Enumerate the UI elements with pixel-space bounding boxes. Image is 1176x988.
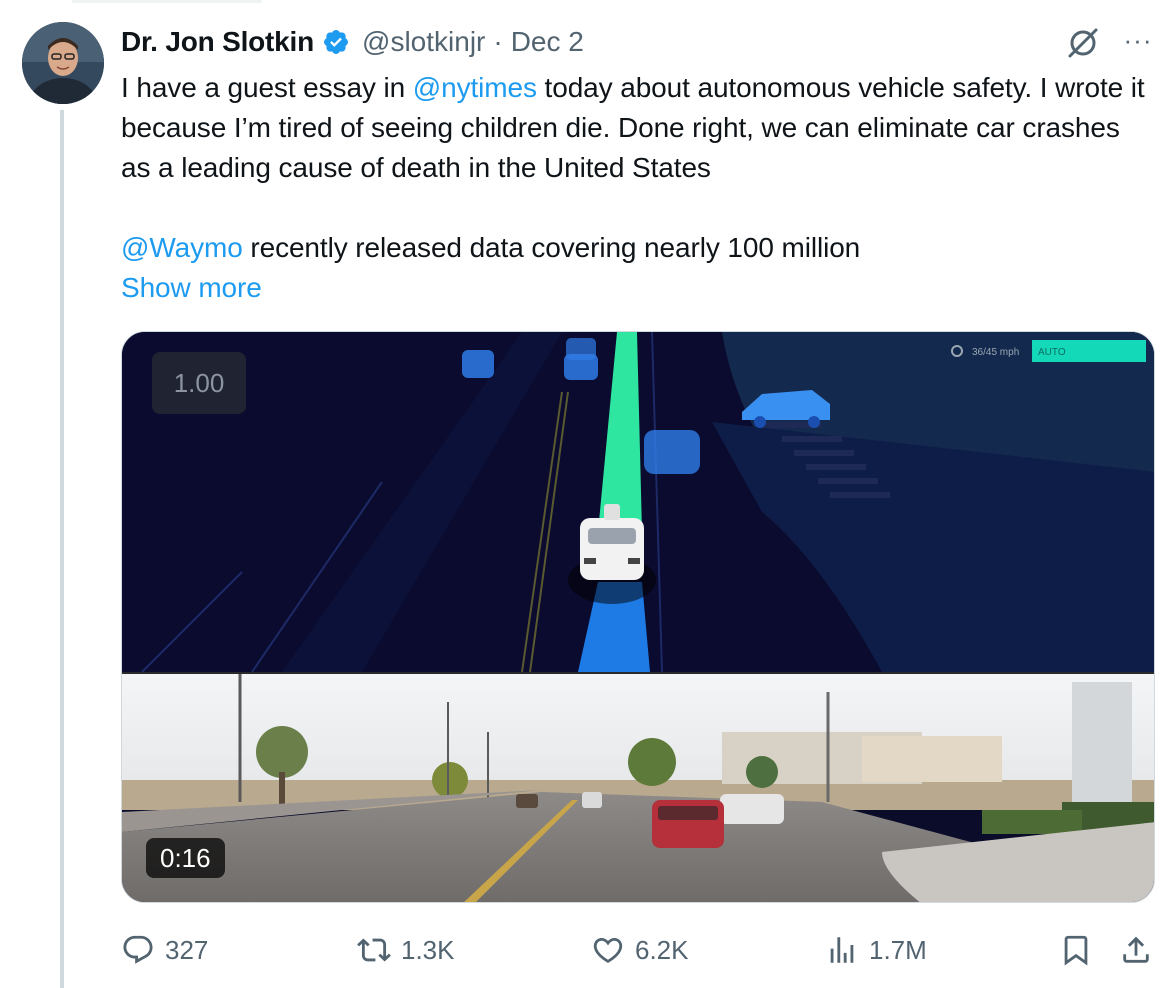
more-options-button[interactable]: ··· [1120,27,1156,58]
views-count: 1.7M [869,934,927,965]
bookmark-button[interactable] [1057,928,1095,972]
video-player[interactable]: 36/45 mph AUTO 1.00 0:16 [121,331,1155,903]
action-bar: 327 1.3K 6.2K 1.7M [121,922,1161,978]
mention-nytimes[interactable]: @nytimes [413,72,537,103]
text-segment: I have a guest essay in [121,72,413,103]
bookmark-icon [1064,935,1088,966]
reply-count: 327 [165,934,209,965]
video-frame: 36/45 mph AUTO [122,332,1154,902]
reply-button[interactable]: 327 [121,928,208,972]
text-segment: recently released data covering nearly 1… [242,232,861,263]
views-chart-icon [830,937,854,963]
reply-icon [123,935,153,964]
avatar[interactable] [22,22,104,104]
verified-badge-icon [324,30,348,54]
author-name[interactable]: Dr. Jon Slotkin [121,26,314,58]
repost-button[interactable]: 1.3K [357,928,455,972]
playback-speed-badge[interactable]: 1.00 [152,352,246,414]
share-button[interactable] [1117,928,1155,972]
thread-connector-line [60,110,64,988]
repost-icon [357,938,391,962]
like-button[interactable]: 6.2K [591,928,689,972]
separator-dot: · [493,26,503,57]
tweet-paragraph-2: @Waymo recently released data covering n… [121,228,1151,268]
views-button[interactable]: 1.7M [825,928,927,972]
mention-waymo[interactable]: @Waymo [121,232,243,263]
author-handle[interactable]: @slotkinjr [362,26,485,58]
show-more-link[interactable]: Show more [121,272,262,303]
like-count: 6.2K [635,934,689,965]
tweet-header: Dr. Jon Slotkin @slotkinjr · Dec 2 [121,22,584,62]
tweet-body: I have a guest essay in @nytimes today a… [121,68,1151,308]
post-date[interactable]: Dec 2 [511,26,584,58]
video-duration: 0:16 [146,838,225,878]
top-divider [0,0,1176,4]
grok-icon[interactable] [1066,26,1100,60]
heart-icon [593,937,623,963]
repost-count: 1.3K [401,934,455,965]
tweet-paragraph-1: I have a guest essay in @nytimes today a… [121,68,1151,188]
share-icon [1123,936,1149,963]
svg-text:36/45 mph: 36/45 mph [972,347,1019,358]
hud-mode-label: AUTO [1038,347,1066,358]
